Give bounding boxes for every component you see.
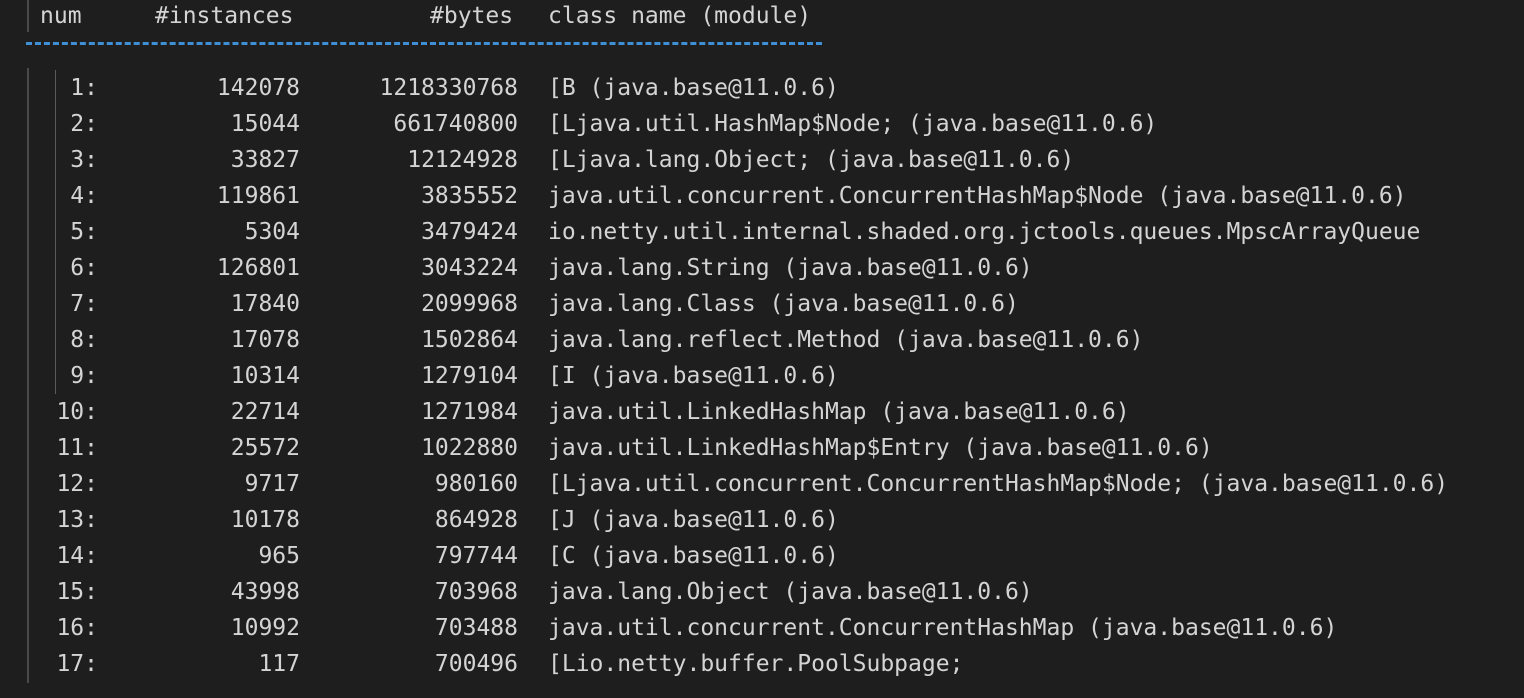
table-row[interactable]: 16: 10992 703488 java.util.concurrent.Concu… (0, 610, 1524, 646)
table-row[interactable]: 6: 126801 3043224 java.lang.String (java.ba… (0, 250, 1524, 286)
table-header: num #instances #bytes class name (module… (0, 0, 1524, 34)
header-num: num (40, 3, 82, 29)
row-bytes: 3479424 (421, 219, 518, 245)
row-num: 1: (70, 75, 98, 101)
table-row[interactable]: 7: 17840 2099968 java.lang.Class (java.base… (0, 286, 1524, 322)
row-instances: 17840 (230, 291, 300, 317)
row-num: 17: (56, 651, 98, 677)
row-class-name: java.lang.Class (java.base@11.0.6) (548, 291, 1019, 317)
row-num: 2: (70, 111, 98, 137)
row-class-name: [I (java.base@11.0.6) (548, 363, 839, 389)
row-instances: 9717 (244, 471, 300, 497)
row-class-name: [J (java.base@11.0.6) (548, 507, 839, 533)
row-instances: 43998 (230, 579, 300, 605)
row-instances: 117 (258, 651, 300, 677)
row-num: 4: (70, 183, 98, 209)
row-num: 9: (70, 363, 98, 389)
header-instances: #instances (155, 3, 294, 29)
row-class-name: [C (java.base@11.0.6) (548, 543, 839, 569)
row-instances: 10178 (230, 507, 300, 533)
row-class-name: java.lang.reflect.Method (java.base@11.0… (548, 327, 1144, 353)
table-row[interactable]: 3: 33827 12124928 [Ljava.lang.Object; (java… (0, 142, 1524, 178)
row-class-name: [Ljava.util.concurrent.ConcurrentHashMap… (548, 471, 1449, 497)
header-bytes: #bytes (430, 3, 514, 29)
row-num: 3: (70, 147, 98, 173)
histogram-rows: 1: 142078 1218330768 [B (java.base@11.0.6) 2… (0, 70, 1524, 682)
row-class-name: io.netty.util.internal.shaded.org.jctool… (548, 219, 1421, 245)
row-class-name: java.lang.Object (java.base@11.0.6) (548, 579, 1033, 605)
row-bytes: 1279104 (421, 363, 518, 389)
row-instances: 5304 (244, 219, 300, 245)
row-num: 6: (70, 255, 98, 281)
row-instances: 17078 (230, 327, 300, 353)
row-bytes: 1271984 (421, 399, 518, 425)
row-bytes: 2099968 (421, 291, 518, 317)
row-class-name: java.lang.String (java.base@11.0.6) (548, 255, 1033, 281)
row-instances: 126801 (216, 255, 300, 281)
row-class-name: [Ljava.lang.Object; (java.base@11.0.6) (548, 147, 1075, 173)
row-instances: 965 (258, 543, 300, 569)
header-class-name: class name (module) (548, 3, 812, 29)
row-instances: 142078 (216, 75, 300, 101)
row-instances: 25572 (230, 435, 300, 461)
table-row[interactable]: 14: 965 797744 [C (java.base@11.0.6) (0, 538, 1524, 574)
table-row[interactable]: 5: 5304 3479424 io.netty.util.internal.shad… (0, 214, 1524, 250)
row-num: 16: (56, 615, 98, 641)
row-bytes: 797744 (434, 543, 518, 569)
row-num: 13: (56, 507, 98, 533)
row-instances: 10314 (230, 363, 300, 389)
table-row[interactable]: 4: 119861 3835552 java.util.concurrent.Conc… (0, 178, 1524, 214)
table-row[interactable]: 13: 10178 864928 [J (java.base@11.0.6) (0, 502, 1524, 538)
row-instances: 119861 (216, 183, 300, 209)
row-instances: 33827 (230, 147, 300, 173)
row-num: 14: (56, 543, 98, 569)
table-row[interactable]: 10: 22714 1271984 java.util.LinkedHashMap (… (0, 394, 1524, 430)
row-bytes: 1022880 (421, 435, 518, 461)
row-class-name: java.util.concurrent.ConcurrentHashMap (… (548, 615, 1338, 641)
table-row[interactable]: 11: 25572 1022880 java.util.LinkedHashMap$E… (0, 430, 1524, 466)
row-bytes: 1218330768 (379, 75, 518, 101)
table-row[interactable]: 17: 117 700496 [Lio.netty.buffer.PoolSubpag… (0, 646, 1524, 682)
row-bytes: 12124928 (407, 147, 518, 173)
row-bytes: 864928 (434, 507, 518, 533)
row-class-name: [B (java.base@11.0.6) (548, 75, 839, 101)
row-num: 10: (56, 399, 98, 425)
row-bytes: 703488 (434, 615, 518, 641)
row-class-name: [Ljava.util.HashMap$Node; (java.base@11.… (548, 111, 1158, 137)
row-num: 5: (70, 219, 98, 245)
row-num: 12: (56, 471, 98, 497)
row-num: 7: (70, 291, 98, 317)
row-bytes: 3835552 (421, 183, 518, 209)
header-underline (26, 42, 822, 45)
row-class-name: java.util.concurrent.ConcurrentHashMap$N… (548, 183, 1407, 209)
row-class-name: java.util.LinkedHashMap (java.base@11.0.… (548, 399, 1130, 425)
row-instances: 22714 (230, 399, 300, 425)
row-bytes: 980160 (434, 471, 518, 497)
row-bytes: 3043224 (421, 255, 518, 281)
row-num: 15: (56, 579, 98, 605)
row-bytes: 700496 (434, 651, 518, 677)
row-num: 8: (70, 327, 98, 353)
terminal-output: num #instances #bytes class name (module… (0, 0, 1524, 698)
row-bytes: 703968 (434, 579, 518, 605)
table-row[interactable]: 1: 142078 1218330768 [B (java.base@11.0.6) (0, 70, 1524, 106)
table-row[interactable]: 9: 10314 1279104 [I (java.base@11.0.6) (0, 358, 1524, 394)
table-row[interactable]: 2: 15044 661740800 [Ljava.util.HashMap$Node… (0, 106, 1524, 142)
table-row[interactable]: 15: 43998 703968 java.lang.Object (java.bas… (0, 574, 1524, 610)
row-bytes: 1502864 (421, 327, 518, 353)
row-bytes: 661740800 (393, 111, 518, 137)
row-instances: 10992 (230, 615, 300, 641)
row-class-name: java.util.LinkedHashMap$Entry (java.base… (548, 435, 1213, 461)
row-num: 11: (56, 435, 98, 461)
row-class-name: [Lio.netty.buffer.PoolSubpage; (548, 651, 964, 677)
row-instances: 15044 (230, 111, 300, 137)
table-row[interactable]: 12: 9717 980160 [Ljava.util.concurrent.Conc… (0, 466, 1524, 502)
table-row[interactable]: 8: 17078 1502864 java.lang.reflect.Method (… (0, 322, 1524, 358)
